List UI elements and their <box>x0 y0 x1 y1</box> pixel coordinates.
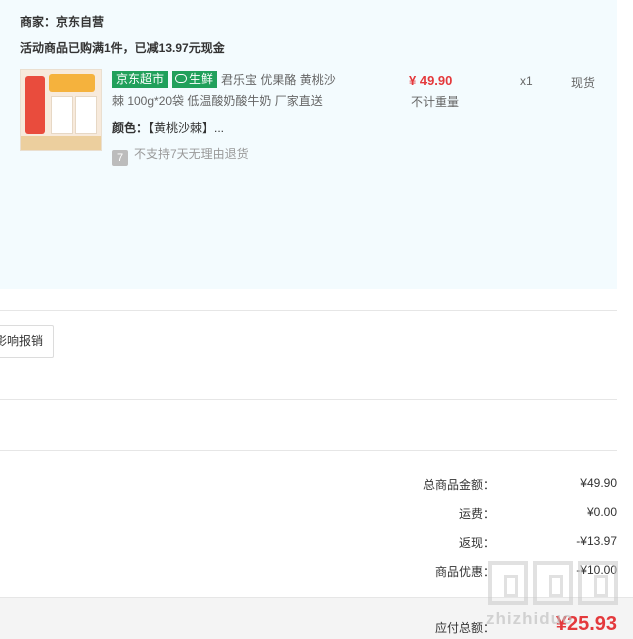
fish-icon <box>175 74 188 83</box>
thumbnail-band-shape <box>25 76 45 134</box>
divider <box>0 399 617 400</box>
stock-status: 现货 <box>571 76 596 90</box>
summary-row-shipping: 运费： ¥0.00 <box>0 505 633 523</box>
total-bar: 应付总额： ¥25.93 <box>0 597 633 639</box>
product-title-line1[interactable]: 京东超市 生鲜 君乐宝 优果酪 黄桃沙 <box>112 71 362 88</box>
product-thumbnail[interactable] <box>20 69 102 151</box>
summary-row-goods-total: 总商品金额： ¥49.90 <box>0 476 633 494</box>
thumbnail-pack-shape <box>75 96 97 134</box>
color-value: 【黄桃沙棘】... <box>148 121 225 135</box>
return-policy-text: 不支持7天无理由退货 <box>134 147 249 161</box>
no-return-icon: 7 <box>112 150 128 166</box>
summary-row-discount: 商品优惠： -¥10.00 <box>0 563 633 581</box>
fresh-tag-label: 生鲜 <box>189 72 214 86</box>
summary-value: -¥10.00 <box>576 563 617 577</box>
divider <box>0 310 617 311</box>
invoice-button[interactable]: 影响报销 <box>0 325 54 358</box>
fresh-tag: 生鲜 <box>172 71 218 88</box>
summary-value: ¥0.00 <box>586 505 617 519</box>
item-weight: 不计重量 <box>411 95 460 109</box>
item-quantity: x1 <box>520 74 533 88</box>
thumbnail-base-shape <box>21 136 101 150</box>
product-color-row: 颜色：【黄桃沙棘】... <box>112 119 224 136</box>
total-amount: ¥25.93 <box>555 613 617 635</box>
jd-supermarket-tag: 京东超市 <box>112 71 169 88</box>
summary-label: 返现： <box>458 536 495 550</box>
summary-value: ¥49.90 <box>580 476 617 490</box>
summary-value: -¥13.97 <box>576 534 617 548</box>
return-policy-row: 7 不支持7天无理由退货 <box>112 145 249 166</box>
thumbnail-lid-shape <box>49 74 95 92</box>
product-title-text[interactable]: 君乐宝 优果酪 黄桃沙 <box>221 73 336 87</box>
divider <box>0 450 617 451</box>
summary-label: 总商品金额： <box>422 478 495 492</box>
total-label: 应付总额： <box>434 621 495 635</box>
merchant-name: 商家：京东自营 <box>20 15 105 29</box>
summary-label: 商品优惠： <box>434 565 495 579</box>
promo-text: 活动商品已购满1件，已减13.97元现金 <box>20 41 225 55</box>
summary-row-cashback: 返现： -¥13.97 <box>0 534 633 552</box>
order-item-panel: 商家：京东自营 活动商品已购满1件，已减13.97元现金 京东超市 生鲜 君乐宝 优… <box>0 0 617 289</box>
color-label: 颜色： <box>112 121 149 135</box>
item-price: ¥ 49.90 <box>409 73 453 88</box>
thumbnail-pack-shape <box>51 96 73 134</box>
summary-label: 运费： <box>458 507 495 521</box>
product-title-line2[interactable]: 棘 100g*20袋 低温酸奶酸牛奶 厂家直送 <box>112 92 362 109</box>
